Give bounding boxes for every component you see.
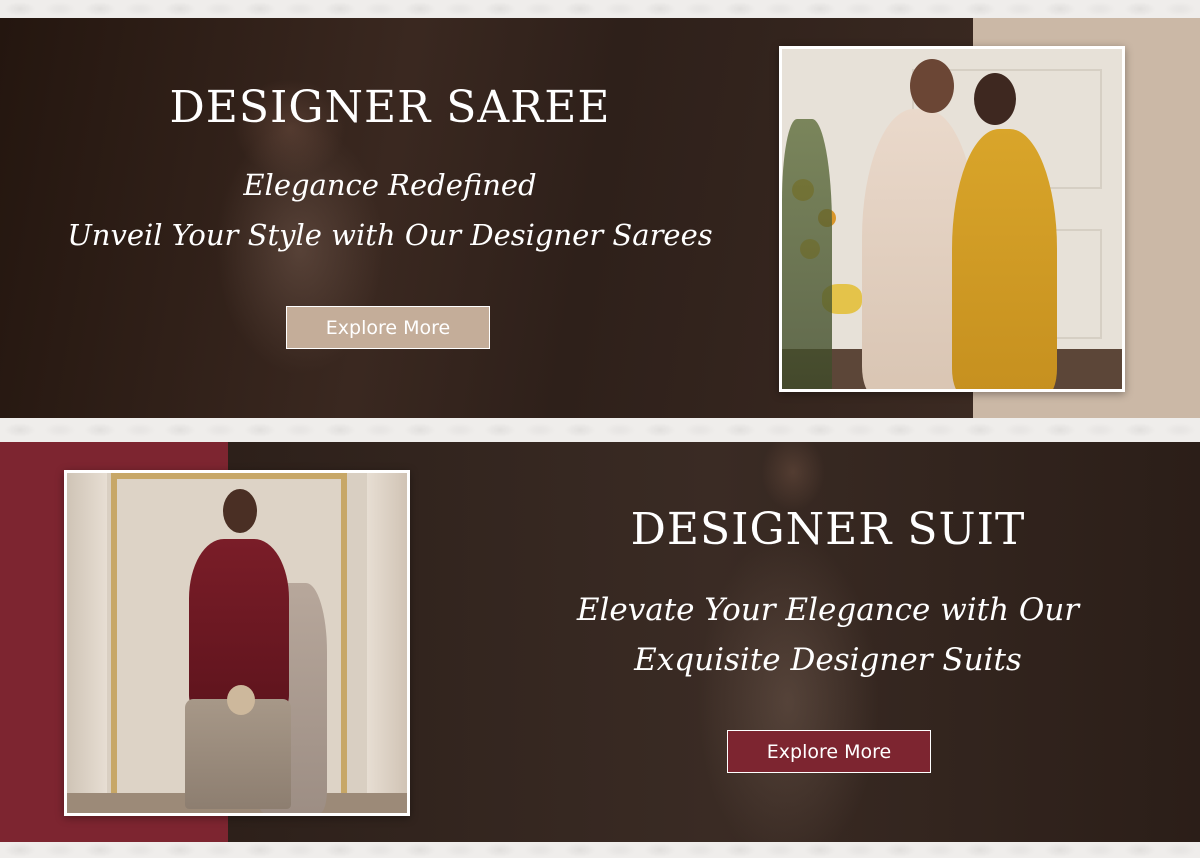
model-head [910,59,954,113]
model-sharara [185,699,291,809]
middle-pattern-strip [0,418,1200,442]
saree-tagline-line-2: Unveil Your Style with Our Designer Sare… [67,218,713,252]
suit-tagline-line-1: Elevate Your Elegance with Our [576,592,1080,628]
saree-explore-more-button[interactable]: Explore More [286,306,490,349]
model-yellow-suit [952,129,1057,389]
model-head [974,73,1016,125]
left-column [67,473,107,813]
saree-product-photo[interactable] [779,46,1125,392]
designer-suit-banner: DESIGNER SUIT Elevate Your Elegance with… [0,442,1200,842]
saree-tagline-line-1: Elegance Redefined [243,168,537,202]
top-pattern-strip [0,0,1200,18]
saree-headline: DESIGNER SAREE [169,82,611,133]
suit-tagline-line-2: Exquisite Designer Suits [634,642,1022,678]
designer-saree-banner: DESIGNER SAREE Elegance Redefined Unveil… [0,18,1200,418]
potli-bag [227,685,255,715]
suit-product-photo[interactable] [64,470,410,816]
foliage [782,119,832,389]
suit-headline: DESIGNER SUIT [630,504,1026,555]
bottom-pattern-strip [0,842,1200,858]
suit-explore-more-button[interactable]: Explore More [727,730,931,773]
model-maroon-kurta [189,539,289,709]
model-head [223,489,257,533]
right-column [367,473,407,813]
